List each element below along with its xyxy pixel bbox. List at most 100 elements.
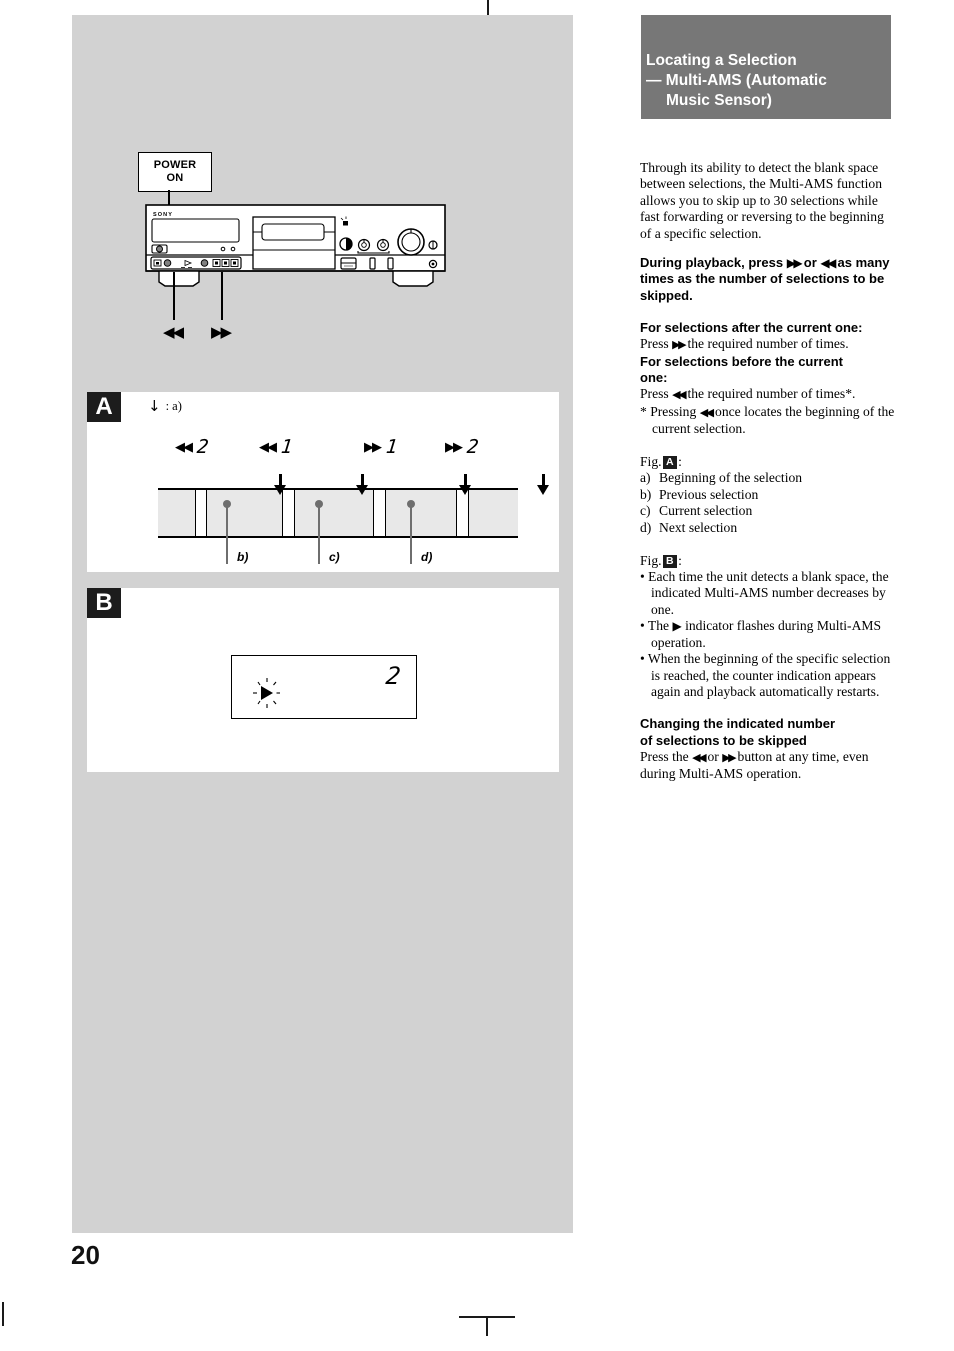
crop-mark-left bbox=[2, 1302, 4, 1326]
selection-label-b: b) bbox=[237, 550, 249, 564]
op-rewind-2: ◀◀ 2 bbox=[175, 436, 210, 458]
section-body: Through its ability to detect the blank … bbox=[640, 160, 896, 783]
fig-a-item-d-label: d) bbox=[640, 519, 652, 535]
op-rewind-1: ◀◀ 1 bbox=[259, 436, 294, 458]
after-heading: For selections after the current one: bbox=[640, 319, 863, 335]
fig-a-item-d-text: Next selection bbox=[659, 519, 738, 535]
fastforward-icon: ▶▶ bbox=[722, 750, 736, 764]
down-arrow-icon: ↓ bbox=[148, 397, 161, 415]
footnote: * Pressing ◀◀ once locates the beginning… bbox=[640, 404, 896, 438]
fig-a-label: Fig. bbox=[640, 454, 662, 470]
op-fastforward-1: ▶▶ 1 bbox=[364, 436, 399, 458]
section-header-line2: — Multi-AMS (Automatic bbox=[646, 72, 827, 89]
power-on-callout: POWER ON bbox=[138, 152, 212, 192]
op-count: 2 bbox=[195, 436, 210, 458]
fastforward-icon: ▶▶ bbox=[672, 338, 686, 352]
blank-space-1 bbox=[195, 490, 207, 536]
rewind-icon: ◀◀ bbox=[259, 440, 277, 455]
tape-deck-illustration: SONY bbox=[145, 204, 475, 299]
pointer-b bbox=[223, 500, 231, 564]
fastforward-leader-line bbox=[221, 272, 223, 320]
fastforward-icon: ▶▶ bbox=[445, 440, 463, 455]
before-heading-line2: one: bbox=[640, 369, 668, 385]
page-number: 20 bbox=[71, 1240, 100, 1270]
intro-paragraph: Through its ability to detect the blank … bbox=[640, 160, 884, 241]
rewind-icon: ◀◀ bbox=[820, 256, 836, 271]
fig-a-item-b-label: b) bbox=[640, 486, 652, 502]
op-count: 1 bbox=[384, 436, 399, 458]
selection-label-d: d) bbox=[421, 550, 433, 564]
rewind-icon: ◀◀ bbox=[699, 405, 714, 419]
fig-a-item-a-text: Beginning of the selection bbox=[659, 470, 803, 486]
op-count: 1 bbox=[279, 436, 294, 458]
rewind-leader-line bbox=[173, 272, 175, 320]
figure-a-legend: ↓ : a) bbox=[148, 399, 182, 414]
rewind-icon: ◀◀ bbox=[672, 388, 686, 402]
fastforward-icon: ▶▶ bbox=[786, 256, 803, 271]
figure-a-reference: Fig. A: bbox=[640, 453, 896, 470]
fig-a-item-a: a) Beginning of the selection bbox=[640, 470, 896, 486]
fig-a-item-a-label: a) bbox=[640, 470, 651, 486]
changing-or: or bbox=[707, 748, 719, 764]
fig-a-item-b: b) Previous selection bbox=[640, 487, 896, 503]
rewind-icon: ◀◀ bbox=[175, 440, 193, 455]
after-text-post: the required number of times. bbox=[687, 336, 849, 352]
flashing-play-indicator bbox=[250, 678, 284, 708]
play-icon: ▶ bbox=[672, 619, 682, 634]
fig-a-item-c-text: Current selection bbox=[659, 503, 753, 519]
figure-b-inline-tag: B bbox=[662, 555, 678, 569]
fig-a-item-b-text: Previous selection bbox=[659, 486, 759, 502]
power-callout-line2: ON bbox=[166, 172, 184, 184]
display-panel-illustration: 2 bbox=[231, 655, 417, 719]
changing-text: Press the ◀◀ or ▶▶ button at any time, e… bbox=[640, 749, 896, 783]
fig-b-label: Fig. bbox=[640, 553, 662, 569]
section-header-line1: Locating a Selection bbox=[646, 52, 797, 69]
footnote-pre: * Pressing bbox=[640, 403, 697, 419]
blank-space-4 bbox=[456, 490, 469, 536]
bullet-play-pre: • The bbox=[640, 618, 670, 634]
selection-label-c: c) bbox=[329, 550, 340, 564]
fig-a-item-c: c) Current selection bbox=[640, 503, 896, 519]
fig-b-bullet-3: • When the beginning of the specific sel… bbox=[640, 651, 891, 699]
crop-mark-bottom bbox=[486, 1318, 488, 1336]
after-text-pre: Press bbox=[640, 336, 669, 352]
power-callout-line1: POWER bbox=[153, 159, 197, 171]
section-header: Locating a Selection — Multi-AMS (Automa… bbox=[641, 15, 891, 119]
figure-b-reference: Fig. B: bbox=[640, 552, 896, 569]
svg-text:SONY: SONY bbox=[153, 212, 173, 218]
deck-svg: SONY bbox=[145, 204, 446, 287]
instruction-bold: During playback, press ▶▶ or ◀◀ as many … bbox=[640, 255, 896, 304]
fig-b-colon: : bbox=[678, 553, 682, 569]
fastforward-icon: ▶▶ bbox=[364, 440, 382, 455]
op-count: 2 bbox=[465, 436, 480, 458]
before-text-pre: Press bbox=[640, 386, 669, 402]
figure-a-legend-text: : a) bbox=[165, 399, 182, 413]
changing-heading-line1: Changing the indicated number bbox=[640, 716, 836, 732]
before-text: Press ◀◀ the required number of times*. bbox=[640, 386, 896, 403]
figure-b-tag: B bbox=[87, 588, 121, 618]
before-text-post: the required number of times*. bbox=[687, 386, 856, 402]
play-flash-svg bbox=[253, 678, 280, 708]
fig-b-bullet-2: • The ▶ indicator flashes during Multi-A… bbox=[640, 618, 896, 651]
bullet-play-post: indicator flashes during Multi-AMS opera… bbox=[651, 618, 882, 650]
rewind-button-icon: ◀◀ bbox=[163, 323, 184, 341]
fastforward-button-icon: ▶▶ bbox=[211, 323, 232, 341]
rewind-icon: ◀◀ bbox=[692, 750, 706, 764]
blank-space-2 bbox=[282, 490, 295, 536]
figure-a: A bbox=[87, 392, 559, 572]
changing-heading-line2: of selections to be skipped bbox=[640, 732, 807, 748]
instruction-part2: or bbox=[803, 255, 817, 271]
figure-a-tag: A bbox=[87, 392, 121, 422]
tape-strip bbox=[158, 488, 518, 564]
after-text: Press ▶▶ the required number of times. bbox=[640, 336, 896, 353]
before-heading-line1: For selections before the current bbox=[640, 353, 843, 369]
blank-space-3 bbox=[373, 490, 386, 536]
fig-a-item-d: d) Next selection bbox=[640, 520, 896, 536]
fig-a-item-c-label: c) bbox=[640, 503, 651, 519]
figure-a-operation-row: ◀◀ 2 ◀◀ 1 ▶▶ 1 ▶▶ 2 bbox=[87, 436, 559, 466]
display-number: 2 bbox=[384, 662, 402, 690]
pointer-c bbox=[315, 500, 323, 564]
fig-a-colon: : bbox=[678, 454, 682, 470]
manual-page: POWER ON SONY ◀◀ ▶▶ A ↓: a) ◀◀ 2 ◀◀ 1 ▶… bbox=[0, 0, 954, 1351]
figure-a-inline-tag: A bbox=[662, 456, 678, 470]
